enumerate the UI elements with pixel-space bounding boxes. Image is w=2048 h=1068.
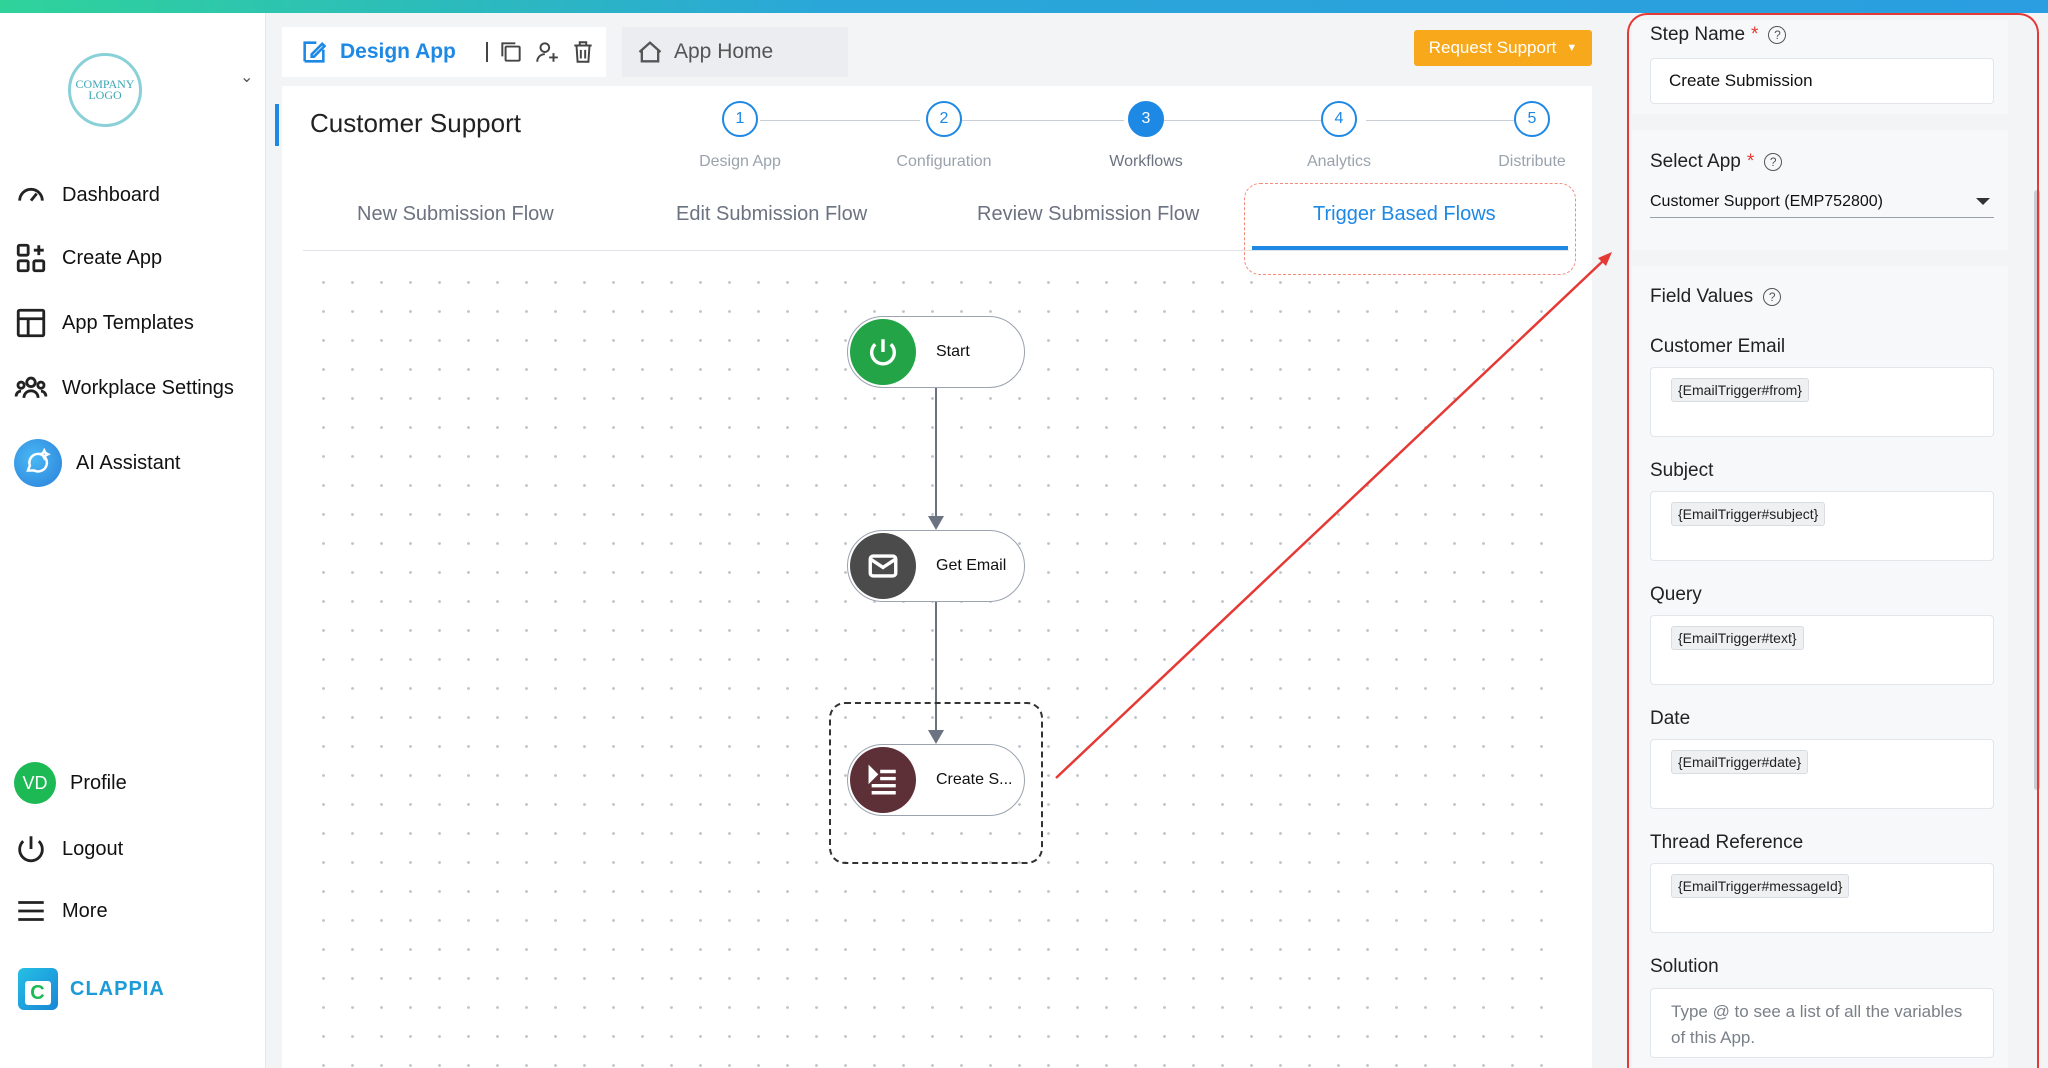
tab-edit-submission-flow[interactable]: Edit Submission Flow <box>676 203 867 226</box>
sidebar-item-label: Profile <box>70 771 127 794</box>
step-number: 3 <box>1128 101 1164 137</box>
avatar: VD <box>14 762 56 804</box>
sidebar-item-profile[interactable]: VD Profile <box>14 760 127 806</box>
sidebar-item-dashboard[interactable]: Dashboard <box>14 175 160 215</box>
node-label: Start <box>936 343 970 360</box>
logo-text: COMPANY LOGO <box>75 77 135 102</box>
annotation-arrow-head <box>1598 252 1612 266</box>
app-home-label: App Home <box>674 40 774 63</box>
arrow-down-icon <box>928 516 944 530</box>
add-user-icon[interactable] <box>534 39 560 65</box>
step-number: 5 <box>1514 101 1550 137</box>
gauge-icon <box>18 187 44 202</box>
step-label: Configuration <box>896 153 992 170</box>
users-icon <box>14 376 48 399</box>
copy-icon[interactable] <box>498 39 524 65</box>
list-icon <box>850 747 916 813</box>
sidebar-item-app-templates[interactable]: App Templates <box>14 303 194 343</box>
sidebar: COMPANY LOGO ⌄ Dashboard Create App App … <box>0 13 266 1068</box>
title-accent <box>275 104 279 146</box>
sidebar-item-logout[interactable]: Logout <box>14 829 123 869</box>
top-gradient-bar <box>0 0 2048 13</box>
power-icon <box>18 836 44 863</box>
design-app-label: Design App <box>340 40 456 63</box>
sidebar-item-label: AI Assistant <box>76 451 181 474</box>
sidebar-item-label: Dashboard <box>62 183 160 206</box>
clappia-logo-icon: C <box>18 968 58 1010</box>
brand-mark-letter: C <box>25 981 51 1005</box>
step-number: 4 <box>1321 101 1357 137</box>
app-tools <box>485 39 596 65</box>
step-number: 1 <box>722 101 758 137</box>
sidebar-item-label: Workplace Settings <box>62 376 234 399</box>
design-app-tab[interactable]: Design App <box>282 27 606 77</box>
edit-icon <box>303 41 327 63</box>
step-label: Workflows <box>1109 153 1183 170</box>
template-icon <box>16 308 46 338</box>
mail-icon <box>850 533 916 599</box>
sidebar-item-label: Logout <box>62 837 124 860</box>
ai-assistant-icon <box>14 439 62 487</box>
request-support-label: Request Support <box>1428 38 1557 57</box>
node-label: Get Email <box>936 557 1007 574</box>
panel-annotation-highlight <box>1627 13 2039 1068</box>
sidebar-item-create-app[interactable]: Create App <box>14 238 162 278</box>
connector-line <box>935 387 937 519</box>
workflow-node-get-email[interactable]: Get Email <box>847 530 1025 602</box>
step-distribute[interactable]: 5 Distribute <box>1472 101 1592 171</box>
page-title: Customer Support <box>310 108 521 138</box>
step-workflows[interactable]: 3 Workflows <box>1086 101 1206 171</box>
caret-down-icon: ▼ <box>1566 42 1578 54</box>
tab-review-submission-flow[interactable]: Review Submission Flow <box>977 203 1199 226</box>
sidebar-item-label: App Templates <box>62 311 194 334</box>
sidebar-item-more[interactable]: More <box>14 891 108 931</box>
step-analytics[interactable]: 4 Analytics <box>1279 101 1399 171</box>
sidebar-item-label: More <box>62 899 108 922</box>
step-design-app[interactable]: 1 Design App <box>680 101 800 171</box>
step-label: Distribute <box>1498 153 1566 170</box>
workflow-node-create-submission[interactable]: Create S... <box>847 744 1025 816</box>
node-label: Create S... <box>936 771 1013 788</box>
sidebar-item-workplace-settings[interactable]: Workplace Settings <box>14 368 234 408</box>
step-label: Design App <box>699 153 781 170</box>
grid-plus-icon <box>16 243 46 273</box>
sidebar-item-ai-assistant[interactable]: AI Assistant <box>14 438 181 488</box>
workflow-node-start[interactable]: Start <box>847 316 1025 388</box>
step-number: 2 <box>926 101 962 137</box>
tab-new-submission-flow[interactable]: New Submission Flow <box>357 203 554 226</box>
brand-logo: C CLAPPIA <box>18 968 165 1010</box>
home-icon <box>638 41 662 63</box>
brand-name: CLAPPIA <box>70 977 165 1000</box>
sidebar-item-label: Create App <box>62 246 163 269</box>
app-home-tab[interactable]: App Home <box>622 27 848 77</box>
chevron-down-icon[interactable]: ⌄ <box>240 67 253 87</box>
power-icon <box>850 319 916 385</box>
step-label: Analytics <box>1306 153 1372 170</box>
menu-icon <box>18 901 44 921</box>
request-support-button[interactable]: Request Support ▼ <box>1414 30 1592 66</box>
step-configuration[interactable]: 2 Configuration <box>884 101 1004 171</box>
divider <box>485 42 488 62</box>
company-logo[interactable]: COMPANY LOGO <box>68 53 142 127</box>
trash-icon[interactable] <box>570 39 596 65</box>
